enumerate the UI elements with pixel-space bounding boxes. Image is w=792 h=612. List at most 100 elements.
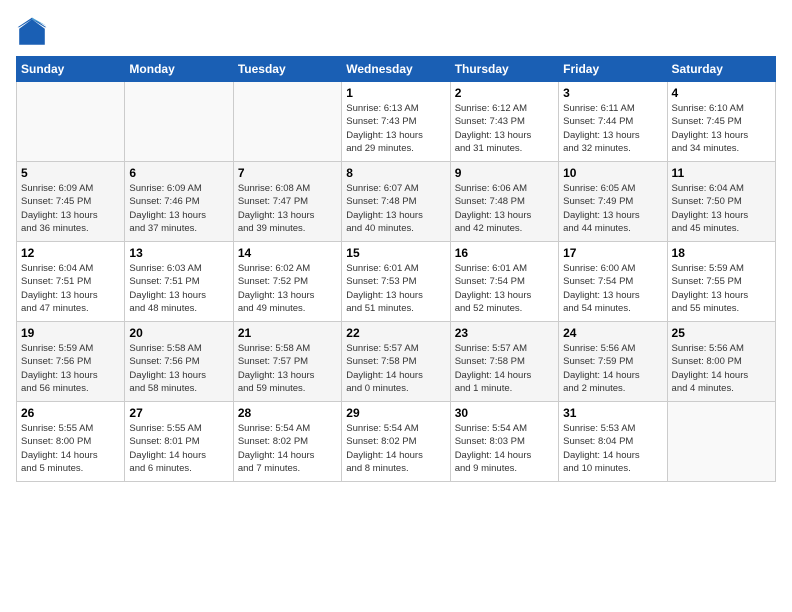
day-cell: 27 Sunrise: 5:55 AM Sunset: 8:01 PM Dayli… [125, 402, 233, 482]
day-number: 17 [563, 246, 662, 260]
day-info: Sunrise: 5:57 AM Sunset: 7:58 PM Dayligh… [346, 342, 445, 395]
day-info: Sunrise: 6:13 AM Sunset: 7:43 PM Dayligh… [346, 102, 445, 155]
day-cell [667, 402, 775, 482]
day-info: Sunrise: 6:07 AM Sunset: 7:48 PM Dayligh… [346, 182, 445, 235]
day-cell: 4Sunrise: 6:10 AM Sunset: 7:45 PM Daylig… [667, 82, 775, 162]
day-cell: 9 Sunrise: 6:06 AM Sunset: 7:48 PM Daylig… [450, 162, 558, 242]
day-info: Sunrise: 6:09 AM Sunset: 7:45 PM Dayligh… [21, 182, 120, 235]
header-cell-monday: Monday [125, 57, 233, 82]
day-cell: 12 Sunrise: 6:04 AM Sunset: 7:51 PM Dayli… [17, 242, 125, 322]
day-cell: 20 Sunrise: 5:58 AM Sunset: 7:56 PM Dayli… [125, 322, 233, 402]
day-cell: 23 Sunrise: 5:57 AM Sunset: 7:58 PM Dayli… [450, 322, 558, 402]
day-number: 26 [21, 406, 120, 420]
day-cell: 19 Sunrise: 5:59 AM Sunset: 7:56 PM Dayli… [17, 322, 125, 402]
day-number: 12 [21, 246, 120, 260]
calendar-table: SundayMondayTuesdayWednesdayThursdayFrid… [16, 56, 776, 482]
day-cell: 7Sunrise: 6:08 AM Sunset: 7:47 PM Daylig… [233, 162, 341, 242]
day-number: 30 [455, 406, 554, 420]
day-cell: 14 Sunrise: 6:02 AM Sunset: 7:52 PM Dayli… [233, 242, 341, 322]
day-info: Sunrise: 6:04 AM Sunset: 7:50 PM Dayligh… [672, 182, 771, 235]
day-cell: 25 Sunrise: 5:56 AM Sunset: 8:00 PM Dayli… [667, 322, 775, 402]
logo [16, 16, 52, 48]
day-number: 24 [563, 326, 662, 340]
day-number: 29 [346, 406, 445, 420]
page-header [16, 16, 776, 48]
day-number: 31 [563, 406, 662, 420]
day-info: Sunrise: 6:04 AM Sunset: 7:51 PM Dayligh… [21, 262, 120, 315]
day-cell: 11 Sunrise: 6:04 AM Sunset: 7:50 PM Dayli… [667, 162, 775, 242]
day-number: 22 [346, 326, 445, 340]
day-cell [125, 82, 233, 162]
day-info: Sunrise: 6:05 AM Sunset: 7:49 PM Dayligh… [563, 182, 662, 235]
day-info: Sunrise: 6:11 AM Sunset: 7:44 PM Dayligh… [563, 102, 662, 155]
day-info: Sunrise: 5:54 AM Sunset: 8:02 PM Dayligh… [238, 422, 337, 475]
day-number: 21 [238, 326, 337, 340]
day-info: Sunrise: 6:10 AM Sunset: 7:45 PM Dayligh… [672, 102, 771, 155]
day-info: Sunrise: 6:00 AM Sunset: 7:54 PM Dayligh… [563, 262, 662, 315]
day-number: 14 [238, 246, 337, 260]
day-cell: 29 Sunrise: 5:54 AM Sunset: 8:02 PM Dayli… [342, 402, 450, 482]
day-number: 6 [129, 166, 228, 180]
day-cell: 24Sunrise: 5:56 AM Sunset: 7:59 PM Dayli… [559, 322, 667, 402]
day-number: 23 [455, 326, 554, 340]
day-info: Sunrise: 5:55 AM Sunset: 8:01 PM Dayligh… [129, 422, 228, 475]
day-number: 1 [346, 86, 445, 100]
header-cell-saturday: Saturday [667, 57, 775, 82]
day-info: Sunrise: 5:59 AM Sunset: 7:56 PM Dayligh… [21, 342, 120, 395]
day-number: 10 [563, 166, 662, 180]
day-info: Sunrise: 5:54 AM Sunset: 8:03 PM Dayligh… [455, 422, 554, 475]
week-row-4: 19 Sunrise: 5:59 AM Sunset: 7:56 PM Dayli… [17, 322, 776, 402]
day-cell: 28Sunrise: 5:54 AM Sunset: 8:02 PM Dayli… [233, 402, 341, 482]
day-info: Sunrise: 6:01 AM Sunset: 7:54 PM Dayligh… [455, 262, 554, 315]
day-cell: 1 Sunrise: 6:13 AM Sunset: 7:43 PM Daylig… [342, 82, 450, 162]
day-number: 11 [672, 166, 771, 180]
header-cell-thursday: Thursday [450, 57, 558, 82]
day-info: Sunrise: 5:56 AM Sunset: 8:00 PM Dayligh… [672, 342, 771, 395]
day-info: Sunrise: 6:12 AM Sunset: 7:43 PM Dayligh… [455, 102, 554, 155]
calendar-header: SundayMondayTuesdayWednesdayThursdayFrid… [17, 57, 776, 82]
day-info: Sunrise: 6:03 AM Sunset: 7:51 PM Dayligh… [129, 262, 228, 315]
day-info: Sunrise: 6:01 AM Sunset: 7:53 PM Dayligh… [346, 262, 445, 315]
header-cell-wednesday: Wednesday [342, 57, 450, 82]
day-cell: 2 Sunrise: 6:12 AM Sunset: 7:43 PM Daylig… [450, 82, 558, 162]
day-info: Sunrise: 5:54 AM Sunset: 8:02 PM Dayligh… [346, 422, 445, 475]
day-number: 9 [455, 166, 554, 180]
day-number: 3 [563, 86, 662, 100]
day-number: 18 [672, 246, 771, 260]
day-number: 20 [129, 326, 228, 340]
day-number: 27 [129, 406, 228, 420]
day-number: 8 [346, 166, 445, 180]
day-cell: 22 Sunrise: 5:57 AM Sunset: 7:58 PM Dayli… [342, 322, 450, 402]
day-info: Sunrise: 5:57 AM Sunset: 7:58 PM Dayligh… [455, 342, 554, 395]
day-cell: 26 Sunrise: 5:55 AM Sunset: 8:00 PM Dayli… [17, 402, 125, 482]
day-cell: 3 Sunrise: 6:11 AM Sunset: 7:44 PM Daylig… [559, 82, 667, 162]
day-cell [233, 82, 341, 162]
day-cell: 30 Sunrise: 5:54 AM Sunset: 8:03 PM Dayli… [450, 402, 558, 482]
day-number: 2 [455, 86, 554, 100]
header-cell-sunday: Sunday [17, 57, 125, 82]
week-row-1: 1 Sunrise: 6:13 AM Sunset: 7:43 PM Daylig… [17, 82, 776, 162]
day-info: Sunrise: 5:55 AM Sunset: 8:00 PM Dayligh… [21, 422, 120, 475]
day-number: 25 [672, 326, 771, 340]
day-info: Sunrise: 5:53 AM Sunset: 8:04 PM Dayligh… [563, 422, 662, 475]
day-info: Sunrise: 5:58 AM Sunset: 7:56 PM Dayligh… [129, 342, 228, 395]
week-row-5: 26 Sunrise: 5:55 AM Sunset: 8:00 PM Dayli… [17, 402, 776, 482]
day-cell: 13Sunrise: 6:03 AM Sunset: 7:51 PM Dayli… [125, 242, 233, 322]
day-cell: 6 Sunrise: 6:09 AM Sunset: 7:46 PM Daylig… [125, 162, 233, 242]
day-info: Sunrise: 6:08 AM Sunset: 7:47 PM Dayligh… [238, 182, 337, 235]
day-number: 5 [21, 166, 120, 180]
day-info: Sunrise: 6:06 AM Sunset: 7:48 PM Dayligh… [455, 182, 554, 235]
week-row-2: 5 Sunrise: 6:09 AM Sunset: 7:45 PM Daylig… [17, 162, 776, 242]
day-cell: 18 Sunrise: 5:59 AM Sunset: 7:55 PM Dayli… [667, 242, 775, 322]
day-info: Sunrise: 6:02 AM Sunset: 7:52 PM Dayligh… [238, 262, 337, 315]
day-cell: 21Sunrise: 5:58 AM Sunset: 7:57 PM Dayli… [233, 322, 341, 402]
day-number: 16 [455, 246, 554, 260]
day-number: 15 [346, 246, 445, 260]
day-info: Sunrise: 5:59 AM Sunset: 7:55 PM Dayligh… [672, 262, 771, 315]
day-number: 19 [21, 326, 120, 340]
day-cell: 10 Sunrise: 6:05 AM Sunset: 7:49 PM Dayli… [559, 162, 667, 242]
day-info: Sunrise: 6:09 AM Sunset: 7:46 PM Dayligh… [129, 182, 228, 235]
day-cell: 31 Sunrise: 5:53 AM Sunset: 8:04 PM Dayli… [559, 402, 667, 482]
day-cell: 16 Sunrise: 6:01 AM Sunset: 7:54 PM Dayli… [450, 242, 558, 322]
day-cell: 17 Sunrise: 6:00 AM Sunset: 7:54 PM Dayli… [559, 242, 667, 322]
